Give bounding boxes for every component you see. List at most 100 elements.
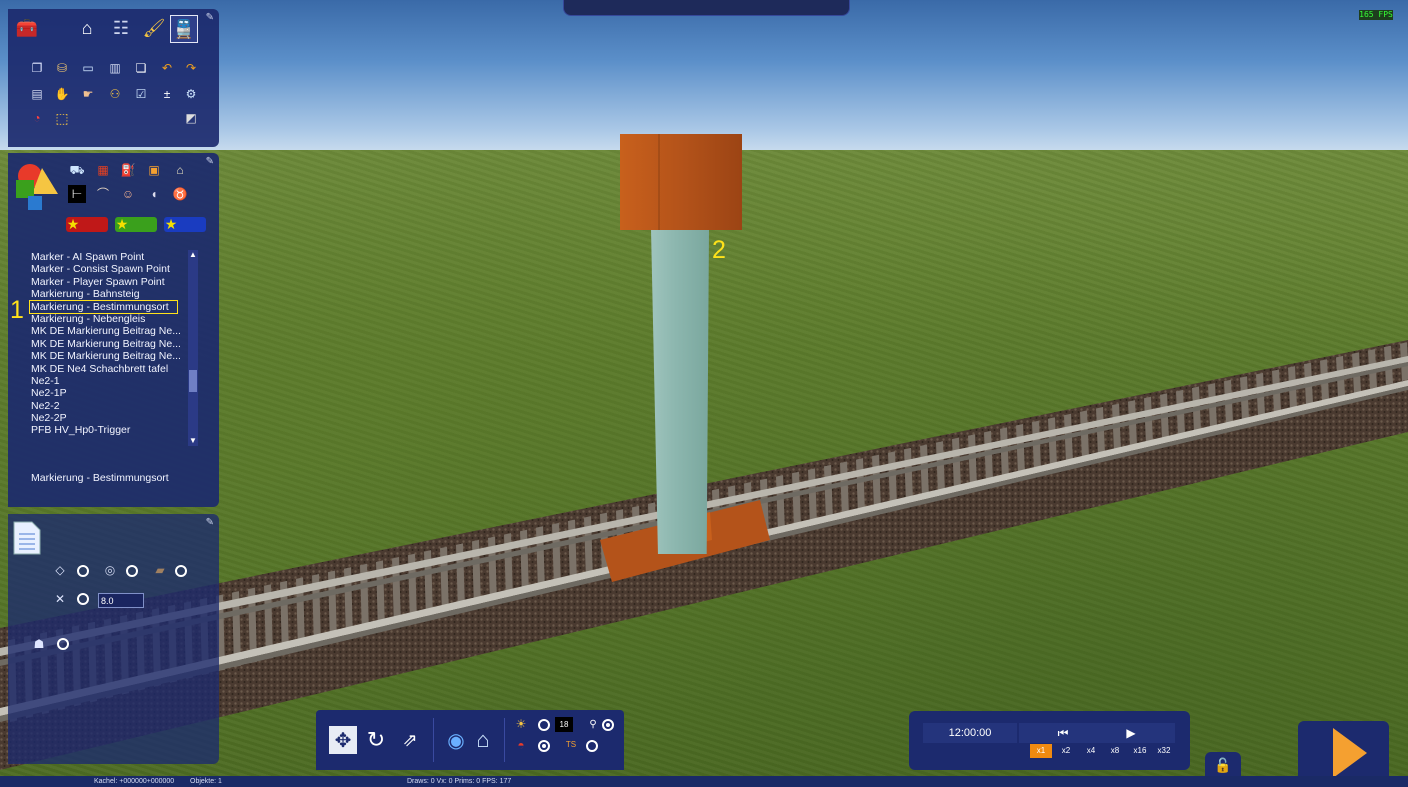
resize-icon[interactable]: ⇗ [396,726,424,754]
pointer-icon[interactable]: ☛ [79,85,97,103]
destination-marker-head[interactable] [620,134,742,230]
lock-icon[interactable]: ⚲ [584,716,602,734]
tram-icon[interactable]: ▣ [145,161,163,179]
paint-brush-icon[interactable]: 🖌 [141,15,167,41]
scroll-up-icon[interactable]: ▲ [188,250,198,260]
robot-icon: ☗ [33,637,45,651]
selection-rect-icon[interactable]: ⬚ [53,109,71,127]
rolling-stock-icon[interactable]: ▤ [28,85,46,103]
bag-icon[interactable]: ♉ [171,185,189,203]
globe-icon[interactable]: ◉ [442,726,470,754]
home-icon[interactable]: ⌂ [74,15,100,41]
redo-icon[interactable]: ↷ [182,59,200,77]
weather-icon[interactable]: ☀ [512,715,530,733]
season-radio[interactable] [538,740,550,752]
scroll-thumb[interactable] [189,370,197,392]
pokeball-icon[interactable]: ◓ [512,736,530,754]
trash-icon[interactable]: ▥ [106,59,124,77]
time-value: 18 [555,717,573,732]
play-icon[interactable] [1333,728,1367,778]
train-icon[interactable]: 🚆 [170,15,198,43]
monitor-icon[interactable]: ▭ [79,59,97,77]
pin-icon[interactable]: ✎ [206,12,214,23]
list-item[interactable]: Ne2-2 [30,400,195,412]
wagon-icon[interactable]: ▦ [94,161,112,179]
lock-radio[interactable] [602,719,614,731]
bridge-segment-radio[interactable] [175,565,187,577]
toolbox-icon[interactable]: 🧰 [14,15,40,41]
spline-width-icon: ✕ [54,592,66,606]
track-height-radio[interactable] [77,565,89,577]
list-item[interactable]: MK DE Markierung Beitrag Ne... [30,350,195,362]
pin-icon[interactable]: ✎ [206,517,214,528]
list-item[interactable]: Marker - Player Spawn Point [30,276,195,288]
object-browser-panel: ✎ ⛟ ▦ ⛽ ▣ ⌂ ⊢ ⌒ ☺ ◖ ♉ ★ ★ ★ Marker - AI … [8,153,219,507]
people-icon[interactable]: ⚇ [106,85,124,103]
railway-sign-icon[interactable]: TS [562,736,580,754]
top-menu-tab[interactable] [563,0,850,16]
signal-icon[interactable]: ⊢ [68,185,86,203]
speed-x32[interactable]: x32 [1153,744,1175,758]
list-item-selected[interactable]: Markierung - Bestimmungsort [29,299,178,314]
eraser-icon[interactable]: ◩ [182,109,200,127]
rotate-icon[interactable]: ↻ [362,726,390,754]
weather-radio[interactable] [538,719,550,731]
undo-icon[interactable]: ↶ [158,59,176,77]
clock-display: 12:00:00 [923,723,1017,743]
railway-sign-radio[interactable] [586,740,598,752]
turntable-radio[interactable] [126,565,138,577]
speed-x8[interactable]: x8 [1104,744,1126,758]
turntable-icon: ◎ [104,563,116,577]
robot-radio[interactable] [57,638,69,650]
spline-width-radio[interactable] [77,593,89,605]
add-marker-icon[interactable]: ± [158,85,176,103]
building-icon[interactable]: ⌂ [171,161,189,179]
list-item[interactable]: MK DE Markierung Beitrag Ne... [30,338,195,350]
unlock-icon[interactable]: 🔓 [1205,752,1241,778]
speed-x1[interactable]: x1 [1030,744,1052,758]
check-icon[interactable]: ☑ [132,85,150,103]
tile-coordinates: Kachel: +000000+000000 [94,778,175,785]
scroll-down-icon[interactable]: ▼ [188,436,198,446]
bridge-icon[interactable]: ⌒ [94,185,112,203]
fps-counter: 165 FPS [1359,10,1393,20]
value-field[interactable] [98,593,144,608]
object-list[interactable]: Marker - AI Spawn Point Marker - Consist… [29,251,195,437]
speed-x4[interactable]: x4 [1080,744,1102,758]
list-item[interactable]: Ne2-2P [30,412,195,424]
list-item[interactable]: Markierung - Bahnsteig [30,288,195,300]
status-bar: Kachel: +000000+000000 Objekte: 1 Draws:… [0,776,1408,787]
list-scrollbar[interactable]: ▲ ▼ [188,250,198,446]
marker-pole[interactable] [651,229,709,554]
fullscreen-icon[interactable]: ✥ [329,726,357,754]
play-small-icon[interactable]: ▶ [1087,723,1175,743]
figure-icon[interactable]: ☺ [119,185,137,203]
list-item[interactable]: Markierung - Nebengleis [30,313,195,325]
list-item[interactable]: Ne2-1 [30,375,195,387]
objects-category-icon[interactable] [12,158,60,214]
list-item[interactable]: MK DE Markierung Beitrag Ne... [30,325,195,337]
list-item[interactable]: Ne2-1P [30,387,195,399]
selection-number-label: 1 [10,296,24,324]
selected-object-name: Markierung - Bestimmungsort [31,472,169,484]
document-icon[interactable] [12,520,42,556]
bucket-icon[interactable]: ⛁ [53,59,71,77]
star-icon: ★ [164,216,178,232]
list-item[interactable]: Marker - Consist Spawn Point [30,263,195,275]
pin-icon[interactable]: ✎ [206,156,214,167]
home-icon[interactable]: ⌂ [469,726,497,754]
settings-icon[interactable]: ⚙ [182,85,200,103]
hand-icon[interactable]: ✋ [53,85,71,103]
list-item[interactable]: Marker - AI Spawn Point [30,251,195,263]
pie-chart-icon[interactable]: ◔ [28,109,46,127]
speed-x2[interactable]: x2 [1055,744,1077,758]
track-icon[interactable]: ☷ [108,15,134,41]
truck-icon[interactable]: ⛟ [68,161,86,179]
scroll-icon[interactable]: ❏ [132,59,150,77]
speed-x16[interactable]: x16 [1129,744,1151,758]
list-item[interactable]: MK DE Ne4 Schachbrett tafel [30,363,195,375]
speaker-icon[interactable]: ◖ [145,185,163,203]
copy-icon[interactable]: ❐ [28,59,46,77]
locomotive-icon[interactable]: ⛽ [119,161,137,179]
list-item[interactable]: PFB HV_Hp0-Trigger [30,424,195,436]
